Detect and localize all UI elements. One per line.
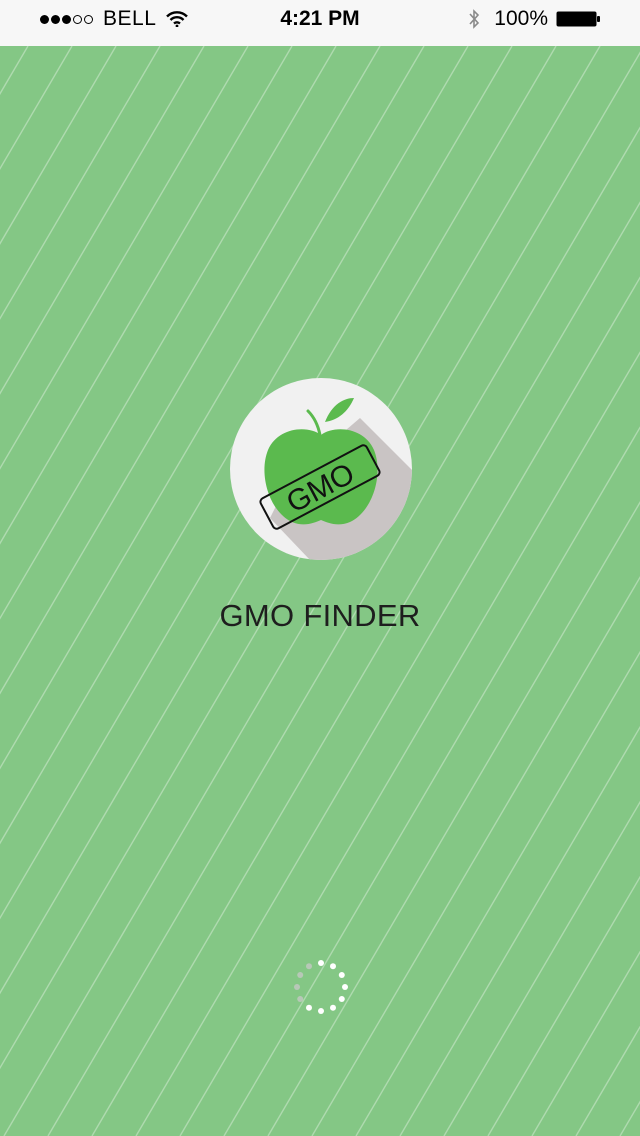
background-stripe (0, 46, 117, 245)
spinner-dot (342, 984, 348, 990)
splash-screen: BELL 4:21 PM 100% GMO GMO FINDER (0, 0, 640, 1136)
spinner-dot (318, 1008, 324, 1014)
background-stripe (619, 1100, 640, 1136)
spinner-dot (294, 984, 300, 990)
status-right: 100% (468, 0, 600, 38)
background-stripe (575, 1025, 640, 1136)
spinner-dot (318, 960, 324, 966)
spinner-dot (297, 996, 304, 1002)
battery-percentage: 100% (494, 7, 548, 30)
background-stripe (179, 351, 640, 1136)
spinner-dot (330, 1004, 336, 1011)
battery-icon (556, 11, 600, 27)
apple-gmo-logo-icon: GMO (230, 378, 412, 560)
background-stripe (311, 575, 640, 1136)
background-stripe (135, 276, 640, 1136)
spinner-dot (297, 972, 304, 978)
background-stripe (0, 46, 337, 620)
spinner-dot (338, 972, 345, 978)
background-stripe (0, 46, 29, 96)
background-stripe (0, 46, 73, 171)
loading-spinner-icon (294, 960, 348, 1014)
spinner-dot (330, 963, 336, 970)
background-stripe (399, 725, 640, 1136)
background-stripe (0, 46, 249, 470)
background-stripe (355, 650, 640, 1136)
spinner-dot (306, 1004, 312, 1011)
background-stripe (0, 46, 205, 395)
spinner-dot (338, 996, 345, 1002)
spinner-dot (306, 963, 312, 970)
background-stripe (0, 46, 293, 545)
background-stripe (0, 46, 161, 320)
background-stripe (443, 800, 640, 1136)
bluetooth-icon (469, 9, 480, 29)
background-stripe (0, 46, 557, 995)
background-stripe (223, 426, 640, 1136)
background-stripe (0, 46, 469, 845)
background-stripe (91, 201, 640, 1136)
background-stripe (487, 875, 640, 1136)
app-title: GMO FINDER (219, 598, 421, 633)
status-bar: BELL 4:21 PM 100% (0, 0, 640, 46)
background-stripe (0, 46, 513, 920)
